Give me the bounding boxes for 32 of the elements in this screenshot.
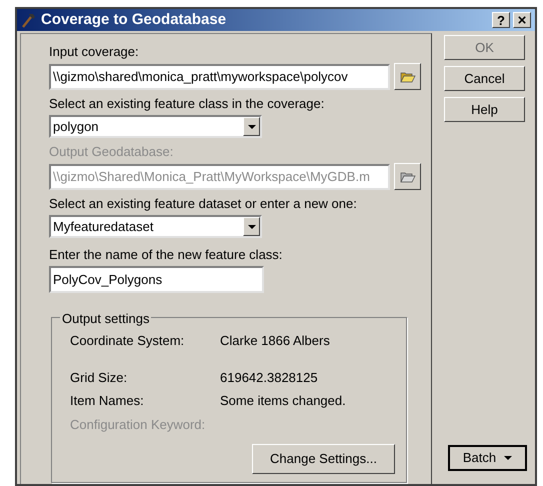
path-field: \\gizmo\Shared\Monica_Pratt\MyWorkspace\MyGDB.m (49, 164, 390, 190)
window-title: Coverage to Geodatabase (41, 10, 226, 30)
dropdown[interactable]: Myfeaturedataset (49, 215, 262, 238)
setting-label: Coordinate System: (70, 332, 186, 350)
dialog-button[interactable]: Help (444, 97, 525, 122)
hammer-icon (21, 12, 37, 28)
dropdown-value: polygon (52, 118, 100, 136)
field-label: Enter the name of the new feature class: (49, 247, 284, 263)
name-field[interactable]: PolyCov_Polygons (49, 266, 264, 293)
dropdown[interactable]: polygon (49, 115, 262, 138)
folder-icon (400, 170, 416, 184)
help-button[interactable]: ? (492, 12, 510, 28)
close-button[interactable]: × (513, 12, 531, 28)
field-label: Input coverage: (49, 44, 140, 60)
setting-label: Grid Size: (70, 368, 128, 387)
setting-value: Some items changed. (220, 392, 346, 410)
browse-button[interactable] (394, 63, 421, 90)
dropdown-value: Myfeaturedataset (52, 218, 154, 236)
setting-label: Configuration Keyword: (70, 416, 206, 434)
setting-label: Item Names: (70, 392, 145, 410)
field-label: Select an existing feature class in the coverage: (49, 96, 326, 112)
browse-button[interactable] (394, 163, 421, 190)
folder-icon (400, 70, 416, 84)
caret-icon (504, 456, 512, 460)
path-field[interactable]: \\gizmo\shared\monica_pratt\myworkspace\polycov (49, 64, 390, 90)
setting-value: 619642.3828125 (220, 368, 318, 387)
change-settings-button[interactable]: Change Settings... (252, 444, 395, 474)
dialog-button[interactable]: Cancel (444, 66, 525, 91)
field-label: Output Geodatabase: (49, 144, 174, 160)
batch-button[interactable]: Batch (448, 445, 527, 471)
field-label: Select an existing feature dataset or enter a new one: (49, 196, 358, 212)
setting-value: Clarke 1866 Albers (220, 332, 330, 350)
